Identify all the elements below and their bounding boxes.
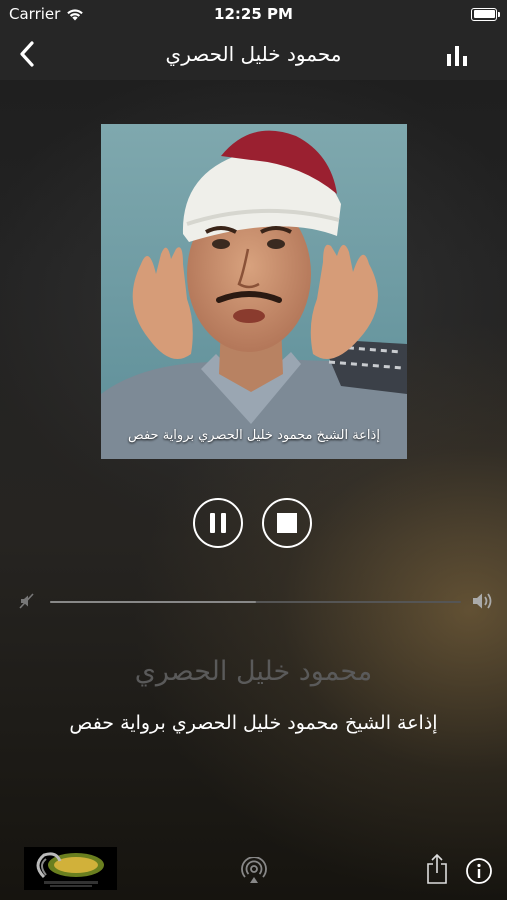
- volume-control: [0, 590, 507, 612]
- station-artwork: إذاعة الشيخ محمود خليل الحصري برواية حفص: [101, 124, 407, 459]
- equalizer-button[interactable]: [445, 42, 473, 68]
- artwork-caption: إذاعة الشيخ محمود خليل الحصري برواية حفص: [128, 428, 380, 443]
- station-description: إذاعة الشيخ محمود خليل الحصري برواية حفص: [69, 712, 438, 734]
- page-title: محمود خليل الحصري: [165, 42, 342, 66]
- share-icon: [427, 853, 447, 884]
- station-name: محمود خليل الحصري: [134, 656, 373, 687]
- pause-button[interactable]: [193, 498, 243, 548]
- airplay-icon: [241, 856, 267, 883]
- info-icon: [466, 858, 492, 884]
- airplay-button[interactable]: [240, 856, 268, 885]
- back-button[interactable]: [12, 38, 42, 70]
- reciter-portrait-image: [101, 124, 407, 459]
- carrier-label: Carrier: [9, 5, 61, 23]
- nav-bar: محمود خليل الحصري: [0, 28, 507, 80]
- status-bar: Carrier 12:25 PM: [0, 0, 507, 28]
- battery-icon: [471, 7, 500, 21]
- stop-icon: [277, 513, 297, 533]
- status-right: [471, 7, 507, 21]
- volume-slider-fill: [50, 601, 256, 603]
- app-logo: [24, 847, 117, 890]
- bar-chart-icon: [447, 46, 467, 66]
- pause-icon: [210, 513, 226, 533]
- status-left: Carrier: [0, 5, 84, 23]
- share-button[interactable]: [424, 853, 450, 885]
- chevron-left-icon: [20, 41, 34, 67]
- info-button[interactable]: [465, 857, 493, 885]
- volume-mute-icon: [19, 593, 34, 609]
- wifi-icon: [67, 8, 84, 20]
- stop-button[interactable]: [262, 498, 312, 548]
- volume-up-icon: [473, 593, 492, 609]
- volume-slider[interactable]: [50, 601, 461, 603]
